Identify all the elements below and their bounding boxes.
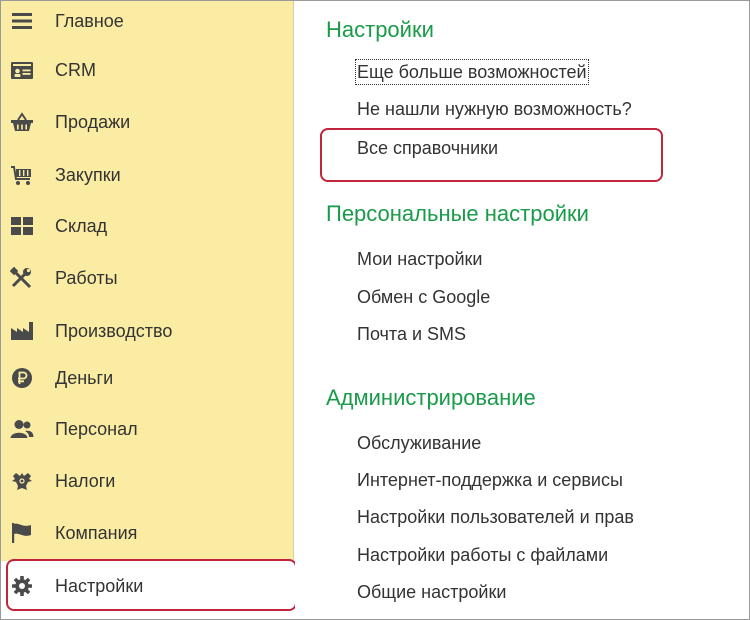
sidebar-item-money[interactable]: Деньги (1, 358, 294, 398)
sidebar-item-label: Настройки (55, 576, 144, 596)
sidebar-item-label: Налоги (55, 471, 116, 491)
basket-icon (10, 111, 34, 133)
link-feature-not-found[interactable]: Не нашли нужную возможность? (357, 98, 632, 120)
ruble-icon (10, 367, 34, 389)
tools-icon (10, 267, 34, 289)
sidebar-item-main[interactable]: Главное (1, 1, 294, 41)
link-mail-sms[interactable]: Почта и SMS (357, 323, 466, 345)
link-all-catalogs[interactable]: Все справочники (357, 137, 498, 159)
sidebar-item-personnel[interactable]: Персонал (1, 409, 294, 449)
section-title-personal-settings: Персональные настройки (326, 201, 589, 226)
sidebar-item-label: Продажи (55, 112, 131, 132)
sidebar-item-taxes[interactable]: Налоги (1, 461, 294, 501)
flag-icon (10, 522, 34, 544)
link-file-settings[interactable]: Настройки работы с файлами (357, 544, 608, 566)
sidebar: Главное CRM Продажи Закупки Склад Работы… (1, 1, 297, 619)
people-icon (10, 418, 34, 440)
link-more-features[interactable]: Еще больше возможностей (355, 59, 589, 85)
sidebar-item-works[interactable]: Работы (1, 258, 294, 298)
cart-icon (10, 164, 34, 186)
sidebar-item-production[interactable]: Производство (1, 311, 294, 351)
eagle-emblem-icon (10, 470, 34, 492)
section-title-administration: Администрирование (326, 385, 536, 410)
section-title-settings: Настройки (326, 17, 434, 42)
link-my-settings[interactable]: Мои настройки (357, 248, 482, 270)
sidebar-item-settings[interactable]: Настройки (1, 566, 294, 606)
warehouse-boxes-icon (10, 215, 34, 237)
sidebar-item-label: Склад (55, 216, 108, 236)
link-maintenance[interactable]: Обслуживание (357, 432, 481, 454)
sidebar-item-label: Главное (55, 11, 124, 31)
crm-card-icon (10, 59, 34, 81)
main-panel: Настройки Еще больше возможностей Не наш… (295, 1, 749, 619)
sidebar-item-warehouse[interactable]: Склад (1, 206, 294, 246)
sidebar-item-label: Деньги (55, 368, 114, 388)
sidebar-item-label: CRM (55, 60, 96, 80)
sidebar-item-purchases[interactable]: Закупки (1, 155, 294, 195)
sidebar-item-label: Работы (55, 268, 118, 288)
sidebar-item-label: Закупки (55, 165, 121, 185)
menu-icon (10, 10, 34, 32)
link-google-exchange[interactable]: Обмен с Google (357, 286, 490, 308)
link-internet-support[interactable]: Интернет-поддержка и сервисы (357, 469, 623, 491)
sidebar-item-sales[interactable]: Продажи (1, 102, 294, 142)
gear-icon (10, 575, 34, 597)
sidebar-item-label: Персонал (55, 419, 138, 439)
factory-icon (10, 320, 34, 342)
sidebar-item-crm[interactable]: CRM (1, 50, 294, 90)
sidebar-item-company[interactable]: Компания (1, 513, 294, 553)
sidebar-item-label: Производство (55, 321, 173, 341)
link-general-settings[interactable]: Общие настройки (357, 581, 506, 603)
link-users-rights-settings[interactable]: Настройки пользователей и прав (357, 506, 634, 528)
app-window: Главное CRM Продажи Закупки Склад Работы… (0, 0, 750, 620)
sidebar-item-label: Компания (55, 523, 138, 543)
